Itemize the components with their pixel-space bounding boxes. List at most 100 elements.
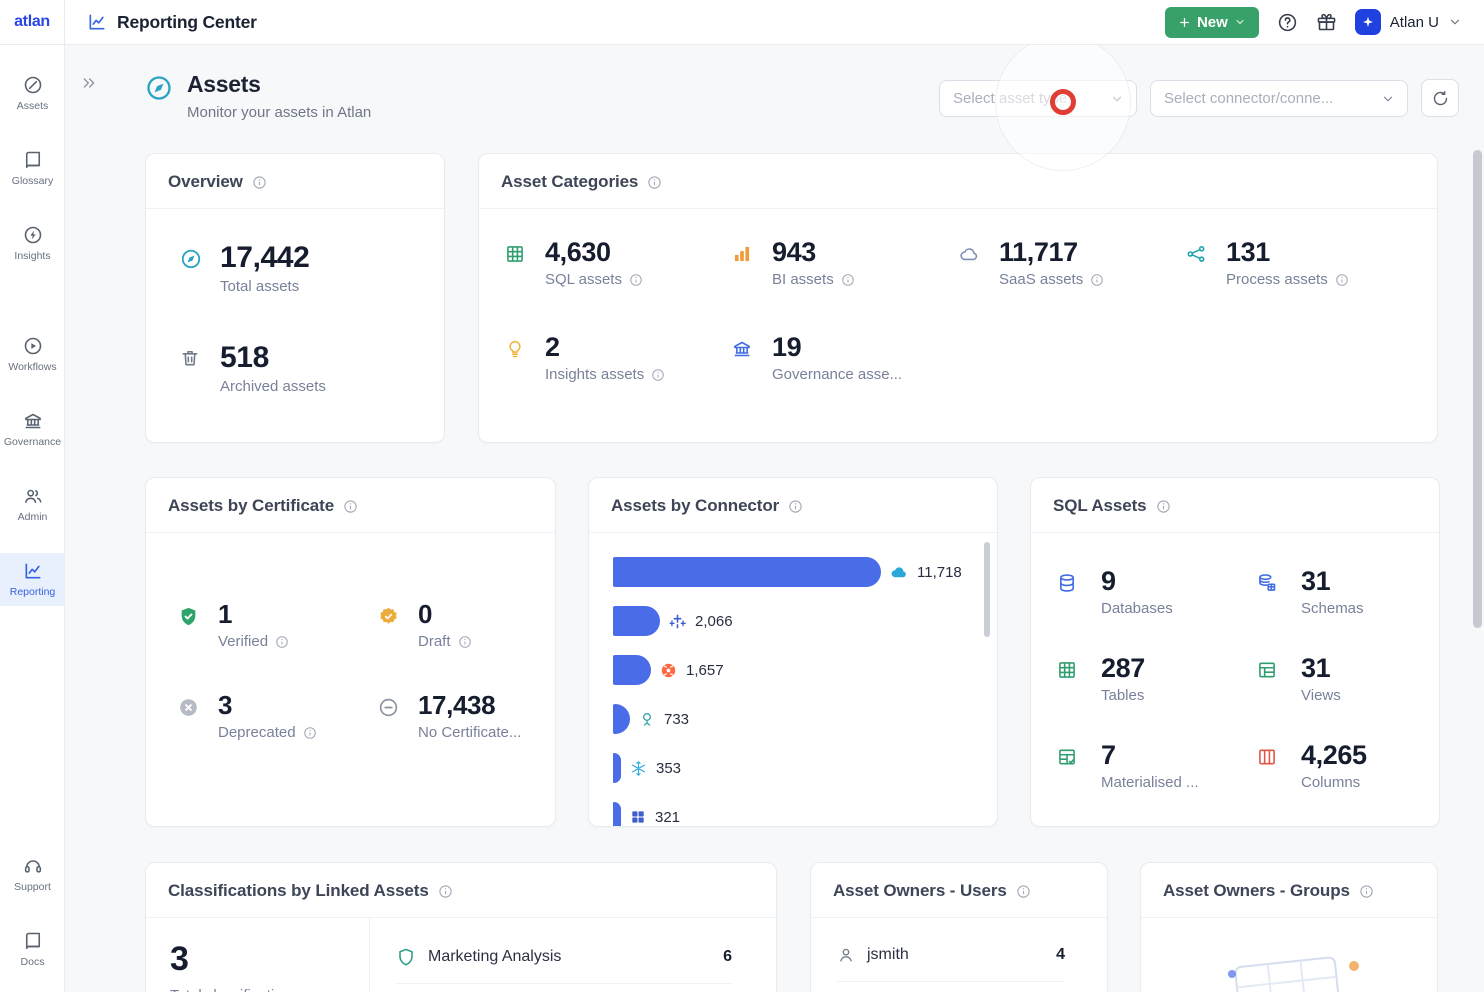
governance-icon [23,411,43,431]
stat-insights-assets: 2 Insights assets [505,332,732,383]
sidebar-item-assets[interactable]: Assets [0,67,65,120]
sidebar-item-docs[interactable]: Docs [0,923,65,976]
bar-chart-icon [732,244,772,288]
new-button[interactable]: New [1165,7,1259,38]
stat-deprecated: 3 Deprecated [178,690,378,741]
stat-bi-assets: 943 BI assets [732,237,959,288]
stat-process-assets: 131 Process assets [1186,237,1413,288]
chevron-down-icon [1110,92,1124,106]
grid-connector-icon [630,809,646,825]
connector-bar[interactable] [613,704,630,734]
connector-bar[interactable] [613,655,651,685]
sidebar-item-workflows[interactable]: Workflows [0,328,65,381]
table-icon [1057,660,1101,704]
stat-no-certificate: 17,438 No Certificate... [378,690,541,741]
stat-governance-assets: 19 Governance asse... [732,332,959,383]
info-icon[interactable] [629,273,643,287]
info-icon[interactable] [647,175,662,190]
stat-archived-assets: 518 Archived assets [180,341,444,395]
sidebar-item-support[interactable]: Support [0,848,65,901]
bank-icon [732,339,772,383]
info-icon[interactable] [458,635,472,649]
connector-bar[interactable] [613,606,660,636]
assets-by-connector-card: Assets by Connector 11,718 2,066 1,657 [588,477,998,827]
x-circle-icon [178,697,218,741]
stat-draft: 0 Draft [378,599,541,650]
stat-materialised-views: 7 Materialised ... [1057,740,1257,791]
connector-select[interactable]: Select connector/conne... [1150,80,1408,117]
info-icon[interactable] [1335,273,1349,287]
sidebar-item-glossary[interactable]: Glossary [0,142,65,195]
card-title: Classifications by Linked Assets [168,881,429,901]
asset-owners-groups-card: Asset Owners - Groups [1140,862,1438,992]
asset-type-select[interactable]: Select asset type [939,80,1137,117]
sidebar: Assets Glossary Insights Workflows Gover… [0,45,65,992]
refresh-button[interactable] [1421,79,1459,117]
classification-row[interactable]: Marketing Analysis 6 [396,930,732,984]
connector-bar-row: 353 [613,753,975,783]
info-icon[interactable] [1359,884,1374,899]
connector-bar-row: 733 [613,704,975,734]
info-icon[interactable] [841,273,855,287]
insights-icon [23,225,43,245]
info-icon[interactable] [1090,273,1104,287]
sidebar-item-governance[interactable]: Governance [0,403,65,456]
card-title: Asset Owners - Groups [1163,881,1350,901]
stat-tables: 287 Tables [1057,653,1257,704]
filter-bar: Select asset type Select connector/conne… [939,80,1459,117]
badge-icon [378,606,418,650]
sidebar-item-admin[interactable]: Admin [0,478,65,531]
person-icon [837,946,855,964]
stat-saas-assets: 11,717 SaaS assets [959,237,1186,288]
sidebar-item-insights[interactable]: Insights [0,217,65,270]
compass-icon [180,248,220,295]
shield-icon [396,947,416,967]
chart-scrollbar[interactable] [984,542,990,637]
page-scrollbar[interactable] [1473,150,1482,628]
stat-total-assets: 17,442 Total assets [180,241,444,295]
connector-bar-row: 11,718 [613,557,975,587]
sidebar-item-reporting[interactable]: Reporting [0,553,65,606]
app-title: Reporting Center [87,12,257,33]
stat-schemas: 31 Schemas [1257,566,1429,617]
shield-check-icon [178,606,218,650]
page-subtitle: Monitor your assets in Atlan [187,104,371,121]
card-title: Assets by Certificate [168,496,334,516]
classifications-total: 3 Total classifications [146,918,370,992]
info-icon[interactable] [1016,884,1031,899]
chevron-down-icon [1234,16,1246,28]
card-title: SQL Assets [1053,496,1147,516]
connector-bar-row: 321 [613,802,975,827]
collapse-sidebar-button[interactable] [81,75,97,91]
connector-bar[interactable] [613,557,881,587]
workflows-icon [23,336,43,356]
asset-categories-card: Asset Categories 4,630 SQL assets 943 BI… [478,153,1438,443]
card-title: Overview [168,172,243,192]
info-icon[interactable] [438,884,453,899]
info-icon[interactable] [252,175,267,190]
schema-icon [1257,573,1301,617]
info-icon[interactable] [651,368,665,382]
help-button[interactable] [1277,12,1298,33]
owner-user-row[interactable]: jsmith 4 [837,928,1065,982]
user-menu[interactable]: Atlan U [1355,9,1462,35]
connector-bar[interactable] [613,802,621,827]
connector-bar-row: 2,066 [613,606,975,636]
dbt-icon [660,662,677,679]
avatar [1355,9,1381,35]
info-icon[interactable] [275,635,289,649]
card-title: Assets by Connector [611,496,779,516]
connector-bar[interactable] [613,753,621,783]
gift-button[interactable] [1316,12,1337,33]
info-icon[interactable] [303,726,317,740]
info-icon[interactable] [788,499,803,514]
info-icon[interactable] [343,499,358,514]
tableau-icon [669,613,686,630]
card-title: Asset Owners - Users [833,881,1007,901]
glossary-icon [23,150,43,170]
empty-state-illustration [1141,918,1437,992]
minus-circle-icon [378,697,418,741]
cloud-icon [959,244,999,288]
info-icon[interactable] [1156,499,1171,514]
stat-views: 31 Views [1257,653,1429,704]
